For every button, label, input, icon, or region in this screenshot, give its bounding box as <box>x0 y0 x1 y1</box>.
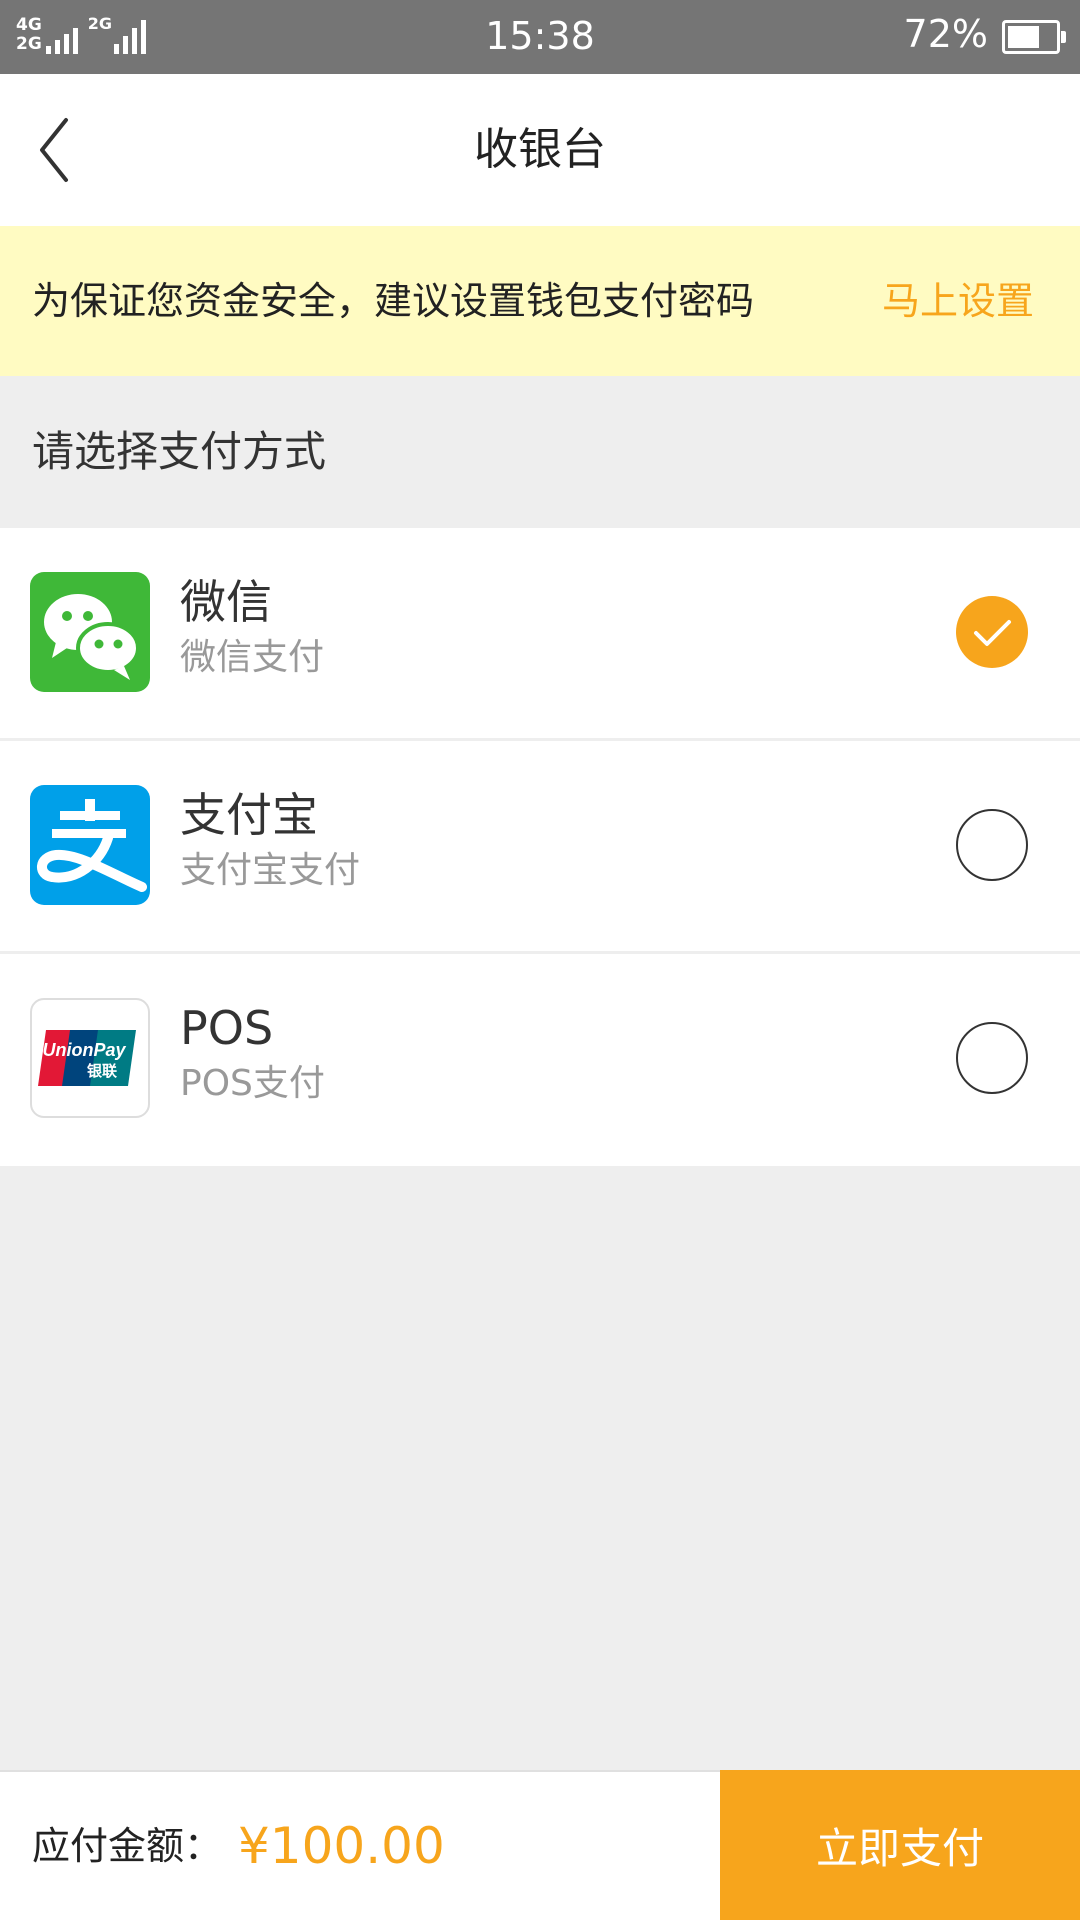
radio-unselected[interactable] <box>956 809 1028 881</box>
svg-text:银联: 银联 <box>87 1062 118 1080</box>
section-label: 请选择支付方式 <box>32 427 327 476</box>
amount-value: ¥100.00 <box>238 1817 445 1875</box>
battery-percent: 72% <box>903 12 988 56</box>
app-header: 收银台 <box>0 74 1080 226</box>
check-icon <box>974 620 1011 646</box>
payment-option-title: 支付宝 <box>180 788 318 842</box>
payment-option-title: POS <box>180 1001 274 1055</box>
notice-text: 为保证您资金安全，建议设置钱包支付密码 <box>32 279 755 323</box>
payment-option-wechat[interactable]: 微信 微信支付 <box>0 528 1080 741</box>
pay-now-button[interactable]: 立即支付 <box>720 1770 1080 1920</box>
status-bar: 4G 2G 2G 15:38 72% <box>0 0 1080 74</box>
payment-option-subtitle: POS支付 <box>180 1063 325 1104</box>
security-notice: 为保证您资金安全，建议设置钱包支付密码 马上设置 <box>0 226 1080 376</box>
screen: 4G 2G 2G 15:38 72% 收银台 为保证您资金安全，建议设置钱包支付… <box>0 0 1080 1920</box>
payment-option-alipay[interactable]: 支付宝 支付宝支付 <box>0 741 1080 954</box>
svg-text:UnionPay: UnionPay <box>42 1040 126 1060</box>
payment-option-subtitle: 支付宝支付 <box>180 850 361 891</box>
payment-option-title: 微信 <box>180 575 272 629</box>
unionpay-icon: UnionPay 银联 <box>30 998 150 1118</box>
set-password-link[interactable]: 马上设置 <box>882 226 1034 376</box>
page-title: 收银台 <box>474 124 606 175</box>
payment-option-subtitle: 微信支付 <box>180 637 325 678</box>
battery-level <box>1008 26 1040 48</box>
payment-method-list: 微信 微信支付 支付宝 支付宝支付 UnionPay 银联 POS POS支付 <box>0 528 1080 1166</box>
amount-label: 应付金额： <box>32 1824 223 1868</box>
wechat-icon <box>30 572 150 692</box>
checkout-bar: 应付金额： ¥100.00 立即支付 <box>0 1770 1080 1920</box>
battery-icon <box>1002 20 1066 54</box>
radio-selected[interactable] <box>956 596 1028 668</box>
radio-unselected[interactable] <box>956 1022 1028 1094</box>
alipay-icon <box>30 785 150 905</box>
payment-option-pos[interactable]: UnionPay 银联 POS POS支付 <box>0 954 1080 1166</box>
